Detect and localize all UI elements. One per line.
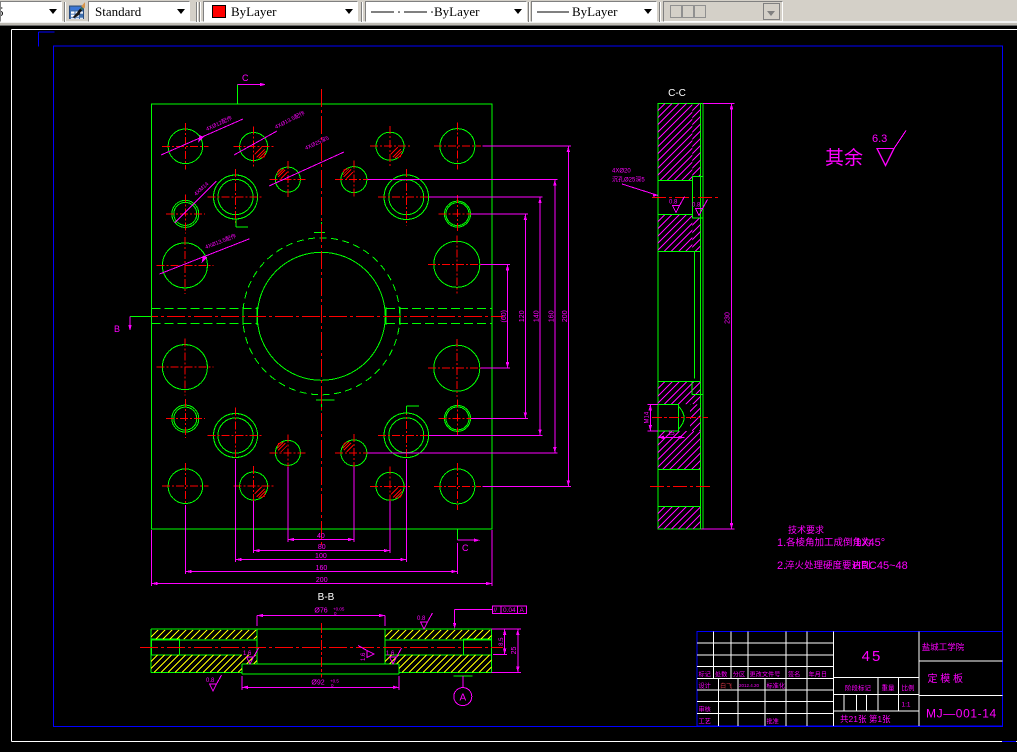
svg-text:230: 230 [725, 312, 732, 324]
svg-text:其余: 其余 [825, 147, 863, 169]
svg-text:(60): (60) [501, 310, 508, 322]
svg-text:4XØ20: 4XØ20 [612, 169, 631, 175]
svg-text:1X45°: 1X45° [855, 537, 885, 549]
svg-text:标准化: 标准化 [767, 682, 786, 690]
svg-text:160: 160 [316, 565, 328, 572]
svg-text:B: B [114, 324, 120, 334]
svg-text:0.8: 0.8 [692, 203, 701, 209]
svg-text:M14: M14 [645, 411, 651, 423]
svg-text:Ø76: Ø76 [314, 608, 327, 615]
svg-text:设计: 设计 [699, 682, 711, 690]
svg-text:审核: 审核 [699, 706, 711, 714]
svg-text:年月日: 年月日 [809, 671, 828, 679]
svg-text:技术要求: 技术要求 [788, 524, 824, 535]
svg-text://: // [494, 607, 498, 614]
svg-text:200: 200 [316, 577, 328, 584]
svg-text:白飞: 白飞 [720, 682, 732, 690]
svg-text:80: 80 [318, 544, 326, 551]
svg-text:A: A [459, 693, 466, 704]
svg-text:100: 100 [315, 553, 327, 560]
svg-text:A: A [520, 607, 525, 614]
svg-text:2012.4.20: 2012.4.20 [739, 683, 760, 688]
svg-text:工艺: 工艺 [699, 718, 711, 726]
svg-text:重量: 重量 [882, 684, 896, 692]
svg-text:标记: 标记 [699, 671, 711, 679]
svg-text:6.3: 6.3 [872, 133, 887, 145]
svg-text:定 模 板: 定 模 板 [928, 672, 964, 685]
svg-text:C: C [462, 543, 469, 553]
svg-text:C-C: C-C [668, 88, 686, 99]
svg-text:0.8: 0.8 [417, 616, 426, 622]
svg-text:HRC45~48: HRC45~48 [853, 560, 908, 572]
svg-text:1:1: 1:1 [902, 702, 911, 709]
svg-text:C: C [242, 73, 249, 83]
svg-text:160: 160 [548, 310, 555, 322]
svg-text:0.8: 0.8 [206, 678, 215, 684]
svg-text:45: 45 [862, 648, 883, 665]
svg-text:分区: 分区 [733, 671, 745, 679]
svg-text:更改文件号: 更改文件号 [750, 671, 781, 679]
svg-text:25: 25 [511, 647, 518, 655]
svg-text:0.04: 0.04 [503, 607, 516, 614]
svg-text:0.8: 0.8 [669, 200, 678, 206]
svg-text:15: 15 [667, 430, 675, 437]
svg-text:批准: 批准 [767, 718, 779, 726]
svg-text:1.: 1. [777, 537, 786, 549]
svg-text:沉孔Ø25深5: 沉孔Ø25深5 [612, 176, 645, 184]
svg-text:1.6: 1.6 [361, 652, 367, 661]
svg-text:40: 40 [317, 533, 325, 540]
svg-text:签名: 签名 [788, 671, 800, 679]
svg-text:1.6: 1.6 [243, 651, 252, 657]
svg-text:处数: 处数 [715, 671, 728, 679]
svg-text:120: 120 [519, 310, 526, 322]
svg-text:8.5: 8.5 [499, 637, 505, 646]
svg-text:1.6: 1.6 [386, 651, 395, 657]
svg-text:盐城工学院: 盐城工学院 [922, 642, 965, 652]
svg-text:比例: 比例 [902, 683, 915, 692]
svg-text:B-B: B-B [318, 592, 335, 603]
svg-text:140: 140 [534, 310, 541, 322]
svg-text:MJ—001-14: MJ—001-14 [926, 707, 997, 721]
svg-text:阶段标记: 阶段标记 [845, 683, 872, 692]
svg-text:Ø92: Ø92 [311, 680, 324, 687]
svg-text:共21张 第1张: 共21张 第1张 [840, 714, 891, 724]
svg-text:200: 200 [562, 310, 569, 322]
